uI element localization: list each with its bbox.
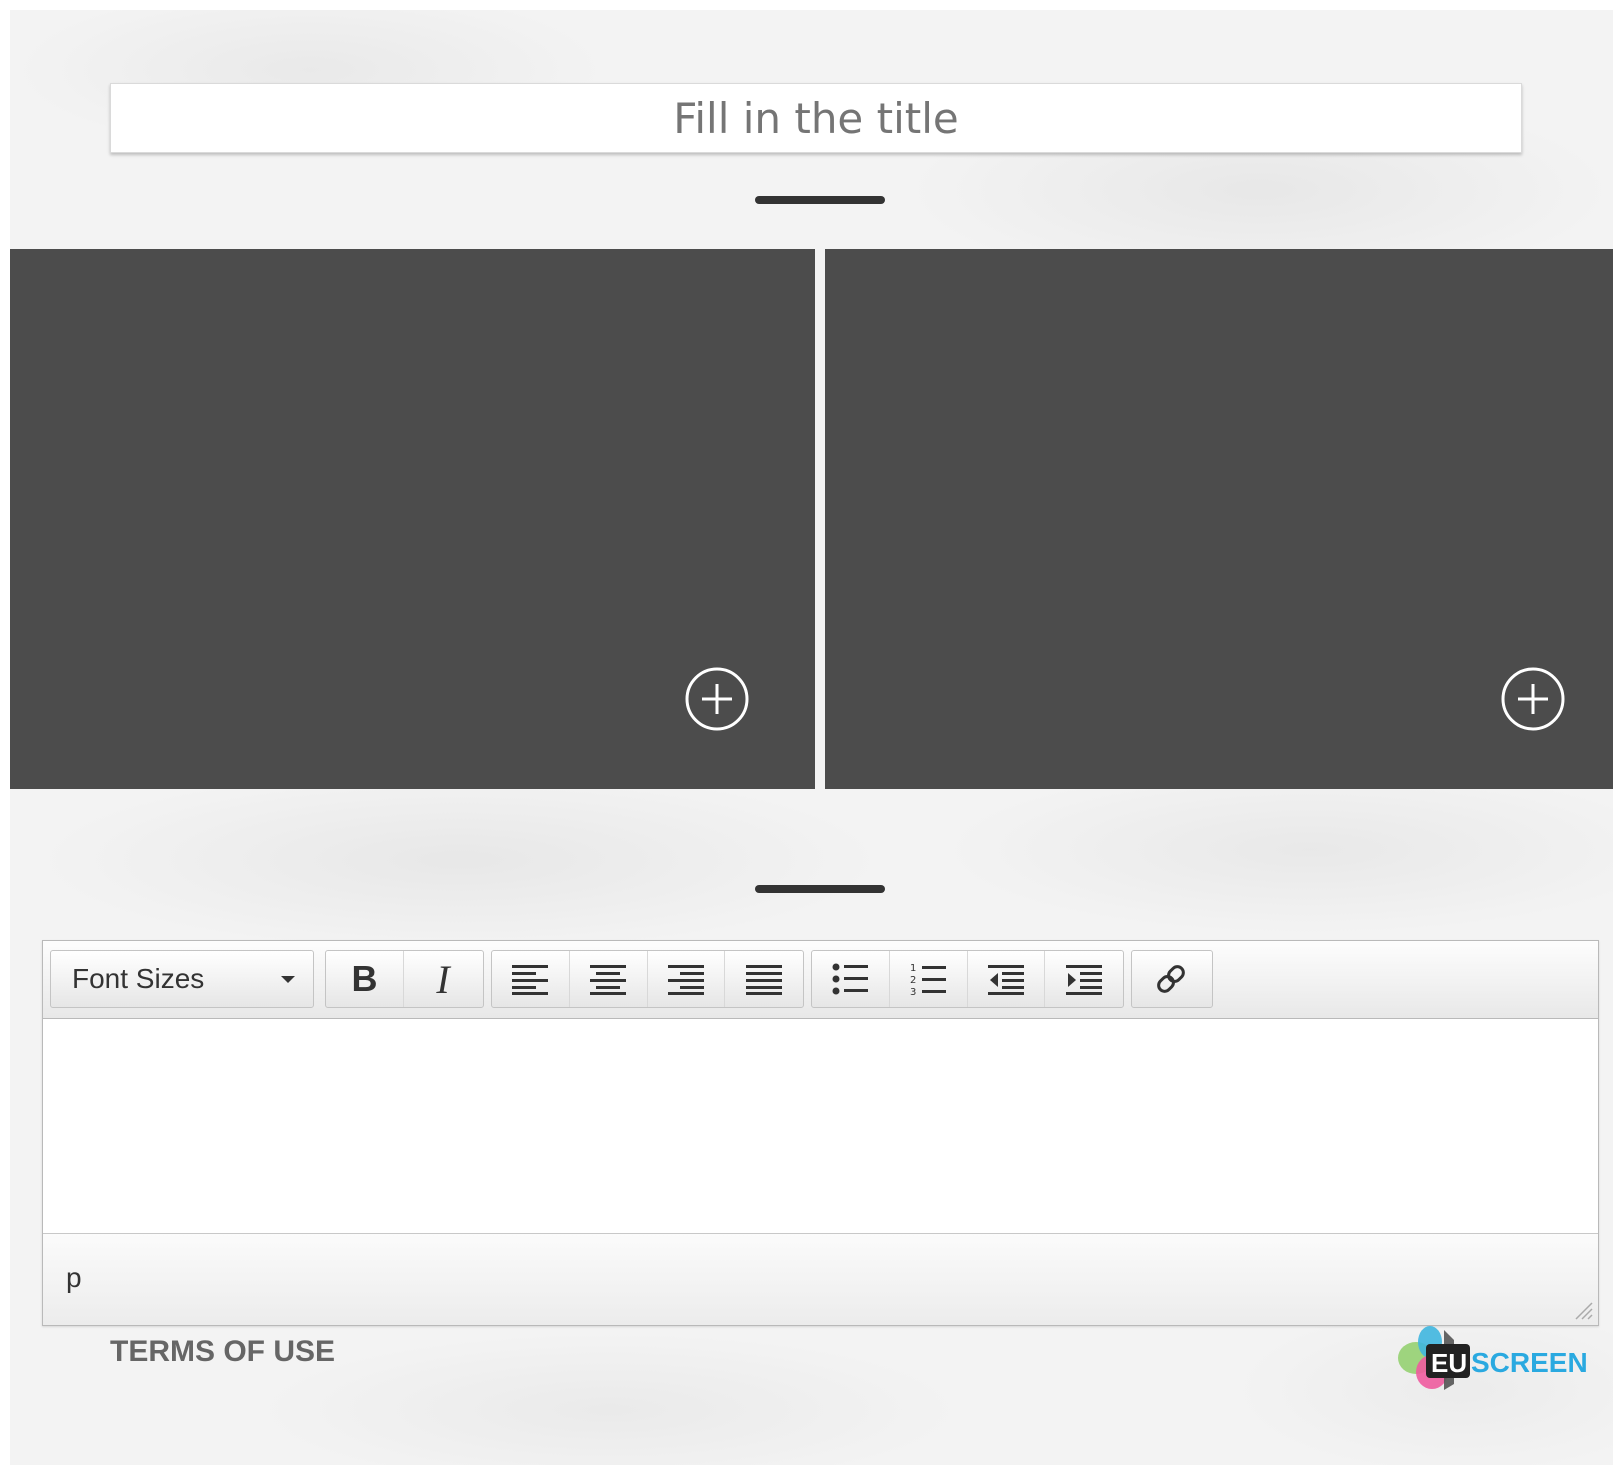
editor-statusbar: p — [43, 1233, 1598, 1325]
title-input[interactable] — [110, 83, 1522, 153]
media-slot-right[interactable] — [825, 249, 1613, 789]
align-justify-icon — [746, 965, 783, 995]
section-divider — [755, 196, 885, 204]
page-canvas: Font Sizes B I — [10, 10, 1613, 1465]
align-justify-button[interactable] — [725, 951, 803, 1007]
svg-text:EU: EU — [1431, 1348, 1467, 1378]
align-left-icon — [512, 965, 549, 995]
element-path[interactable]: p — [66, 1262, 82, 1294]
plus-circle-icon — [685, 667, 749, 731]
align-left-button[interactable] — [492, 951, 570, 1007]
align-center-icon — [590, 965, 627, 995]
caret-down-icon — [281, 976, 295, 983]
insert-link-button[interactable] — [1132, 951, 1210, 1007]
italic-icon: I — [436, 956, 450, 1002]
font-size-dropdown[interactable]: Font Sizes — [51, 951, 313, 1007]
list-group: 1 2 3 — [811, 950, 1124, 1008]
link-group — [1131, 950, 1213, 1008]
terms-of-use-link[interactable]: TERMS OF USE — [110, 1335, 335, 1369]
svg-text:2: 2 — [910, 975, 916, 986]
link-icon — [1157, 965, 1185, 993]
outdent-icon — [987, 965, 1024, 995]
editor-content-area[interactable] — [43, 1019, 1598, 1233]
euscreen-logo-icon: EU SCREEN — [1398, 1326, 1588, 1390]
font-size-label: Font Sizes — [72, 963, 205, 994]
align-center-button[interactable] — [570, 951, 648, 1007]
indent-icon — [1066, 965, 1103, 995]
add-media-button[interactable] — [1501, 667, 1565, 731]
svg-text:1: 1 — [910, 963, 916, 974]
outdent-button[interactable] — [968, 951, 1046, 1007]
euscreen-logo[interactable]: EU SCREEN — [1390, 1320, 1613, 1395]
add-media-button[interactable] — [685, 667, 749, 731]
numbered-list-button[interactable]: 1 2 3 — [890, 951, 968, 1007]
alignment-group — [491, 950, 804, 1008]
indent-button[interactable] — [1045, 951, 1123, 1007]
align-right-icon — [667, 965, 704, 995]
bullet-list-button[interactable] — [812, 951, 890, 1007]
media-slot-left[interactable] — [10, 249, 815, 789]
italic-button[interactable]: I — [404, 951, 482, 1007]
svg-text:SCREEN: SCREEN — [1471, 1347, 1588, 1378]
bullet-list-icon — [832, 963, 869, 995]
editor-toolbar: Font Sizes B I 1 2 3 — [43, 941, 1598, 1019]
bold-button[interactable]: B — [326, 951, 404, 1007]
resize-handle-icon[interactable] — [1572, 1299, 1594, 1321]
section-divider — [755, 885, 885, 893]
plus-circle-icon — [1501, 667, 1565, 731]
font-size-group: Font Sizes — [50, 950, 314, 1008]
svg-text:3: 3 — [910, 987, 916, 997]
numbered-list-icon: 1 2 3 — [910, 963, 947, 997]
align-right-button[interactable] — [648, 951, 726, 1007]
bold-icon: B — [351, 958, 378, 999]
text-style-group: B I — [325, 950, 484, 1008]
rich-text-editor: Font Sizes B I 1 2 3 p — [42, 940, 1599, 1326]
